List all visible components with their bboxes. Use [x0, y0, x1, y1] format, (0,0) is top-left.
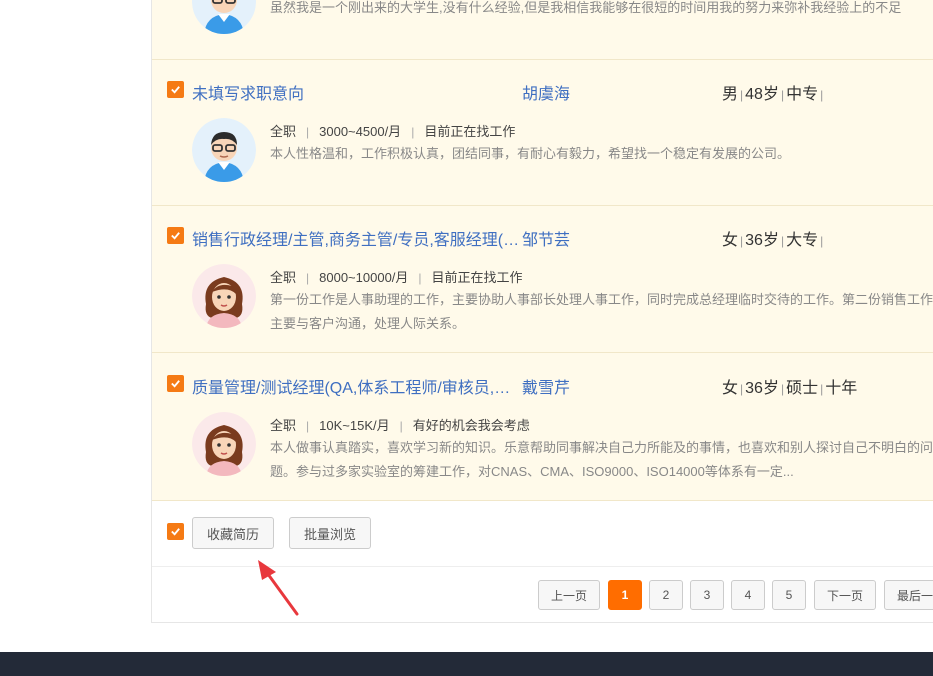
candidate-age: 36岁	[745, 380, 779, 397]
avatar-male-icon	[192, 118, 256, 182]
resume-checkbox[interactable]	[167, 227, 184, 244]
job-summary: 全职 | 3000~4500/月 | 目前正在找工作	[270, 124, 516, 139]
job-type: 全职	[270, 418, 297, 433]
candidate-gender: 女	[722, 380, 739, 397]
candidate-meta: 女 | 36岁 | 硕士 | 十年	[722, 380, 858, 397]
candidate-age: 36岁	[745, 232, 779, 249]
candidate-experience: 十年	[825, 380, 858, 397]
resume-card: 销售行政经理/主管,商务主管/专员,客服经理(… 邹节芸 女 | 36岁 | 大专 | 全…	[152, 206, 933, 353]
resume-description: 本人做事认真踏实，喜欢学习新的知识。乐意帮助同事解决自己力所能及的事情，也喜欢和…	[270, 440, 933, 479]
job-summary: 全职 | 10K~15K/月 | 有好的机会我会考虑	[270, 418, 530, 433]
job-status: 目前正在找工作	[431, 270, 523, 285]
page-3-button[interactable]: 3	[690, 580, 724, 610]
resume-card: 未填写求职意向 胡虞海 男 | 48岁 | 中专 | 全职 | 3000~4500/月 | 目前正…	[152, 60, 933, 206]
batch-view-button[interactable]: 批量浏览	[289, 517, 371, 549]
checkbox-checked-icon	[171, 380, 180, 388]
resume-description: 虽然我是一个刚出来的大学生,没有什么经验,但是我相信我能够在很短的时间用我的努力…	[270, 0, 902, 15]
candidate-education: 中专	[786, 86, 819, 103]
prev-page-button[interactable]: 上一页	[538, 580, 600, 610]
page-5-button[interactable]: 5	[772, 580, 806, 610]
checkbox-checked-icon	[171, 232, 180, 240]
resume-title-link[interactable]: 销售行政经理/主管,商务主管/专员,客服经理(…	[192, 226, 517, 250]
last-page-button[interactable]: 最后一页	[884, 580, 933, 610]
resume-card: 质量管理/测试经理(QA,体系工程师/审核员,… 戴雪芹 女 | 36岁 | 硕士 | 十年…	[152, 353, 933, 501]
expected-salary: 3000~4500/月	[319, 124, 402, 139]
candidate-gender: 男	[722, 86, 739, 103]
resume-checkbox[interactable]	[167, 375, 184, 392]
resume-checkbox[interactable]	[167, 81, 184, 98]
candidate-name-link[interactable]: 邹节芸	[522, 226, 570, 250]
candidate-education: 硕士	[786, 380, 819, 397]
resume-card: 虽然我是一个刚出来的大学生,没有什么经验,但是我相信我能够在很短的时间用我的努力…	[152, 0, 933, 60]
page-1-button[interactable]: 1	[608, 580, 642, 610]
candidate-age: 48岁	[745, 86, 779, 103]
resume-description: 第一份工作是人事助理的工作，主要协助人事部长处理人事工作，同时完成总经理临时交待…	[270, 292, 933, 331]
candidate-education: 大专	[786, 232, 819, 249]
candidate-name-link[interactable]: 戴雪芹	[522, 374, 570, 398]
resume-list-panel: 虽然我是一个刚出来的大学生,没有什么经验,但是我相信我能够在很短的时间用我的努力…	[151, 0, 933, 623]
avatar-female-icon	[192, 264, 256, 328]
checkbox-checked-icon	[171, 86, 180, 94]
collect-resume-button[interactable]: 收藏简历	[192, 517, 274, 549]
resume-title-link[interactable]: 质量管理/测试经理(QA,体系工程师/审核员,…	[192, 374, 517, 398]
select-all-checkbox[interactable]	[167, 523, 184, 540]
page-footer	[0, 652, 933, 676]
avatar-female-icon	[192, 412, 256, 476]
candidate-name-link[interactable]: 胡虞海	[522, 80, 570, 104]
expected-salary: 10K~15K/月	[319, 418, 390, 433]
next-page-button[interactable]: 下一页	[814, 580, 876, 610]
job-type: 全职	[270, 124, 297, 139]
candidate-gender: 女	[722, 232, 739, 249]
checkbox-checked-icon	[171, 528, 180, 536]
resume-description: 本人性格温和，工作积极认真，团结同事，有耐心有毅力，希望找一个稳定有发展的公司。	[270, 146, 791, 161]
page-2-button[interactable]: 2	[649, 580, 683, 610]
arrow-annotation-icon	[258, 560, 299, 616]
avatar-male-icon	[192, 0, 256, 34]
resume-title-link[interactable]: 未填写求职意向	[192, 80, 517, 104]
job-status: 有好的机会我会考虑	[412, 418, 530, 433]
job-summary: 全职 | 8000~10000/月 | 目前正在找工作	[270, 270, 523, 285]
expected-salary: 8000~10000/月	[319, 270, 409, 285]
page-4-button[interactable]: 4	[731, 580, 765, 610]
candidate-meta: 男 | 48岁 | 中专 |	[722, 86, 824, 103]
job-status: 目前正在找工作	[424, 124, 516, 139]
candidate-meta: 女 | 36岁 | 大专 |	[722, 232, 824, 249]
job-type: 全职	[270, 270, 297, 285]
